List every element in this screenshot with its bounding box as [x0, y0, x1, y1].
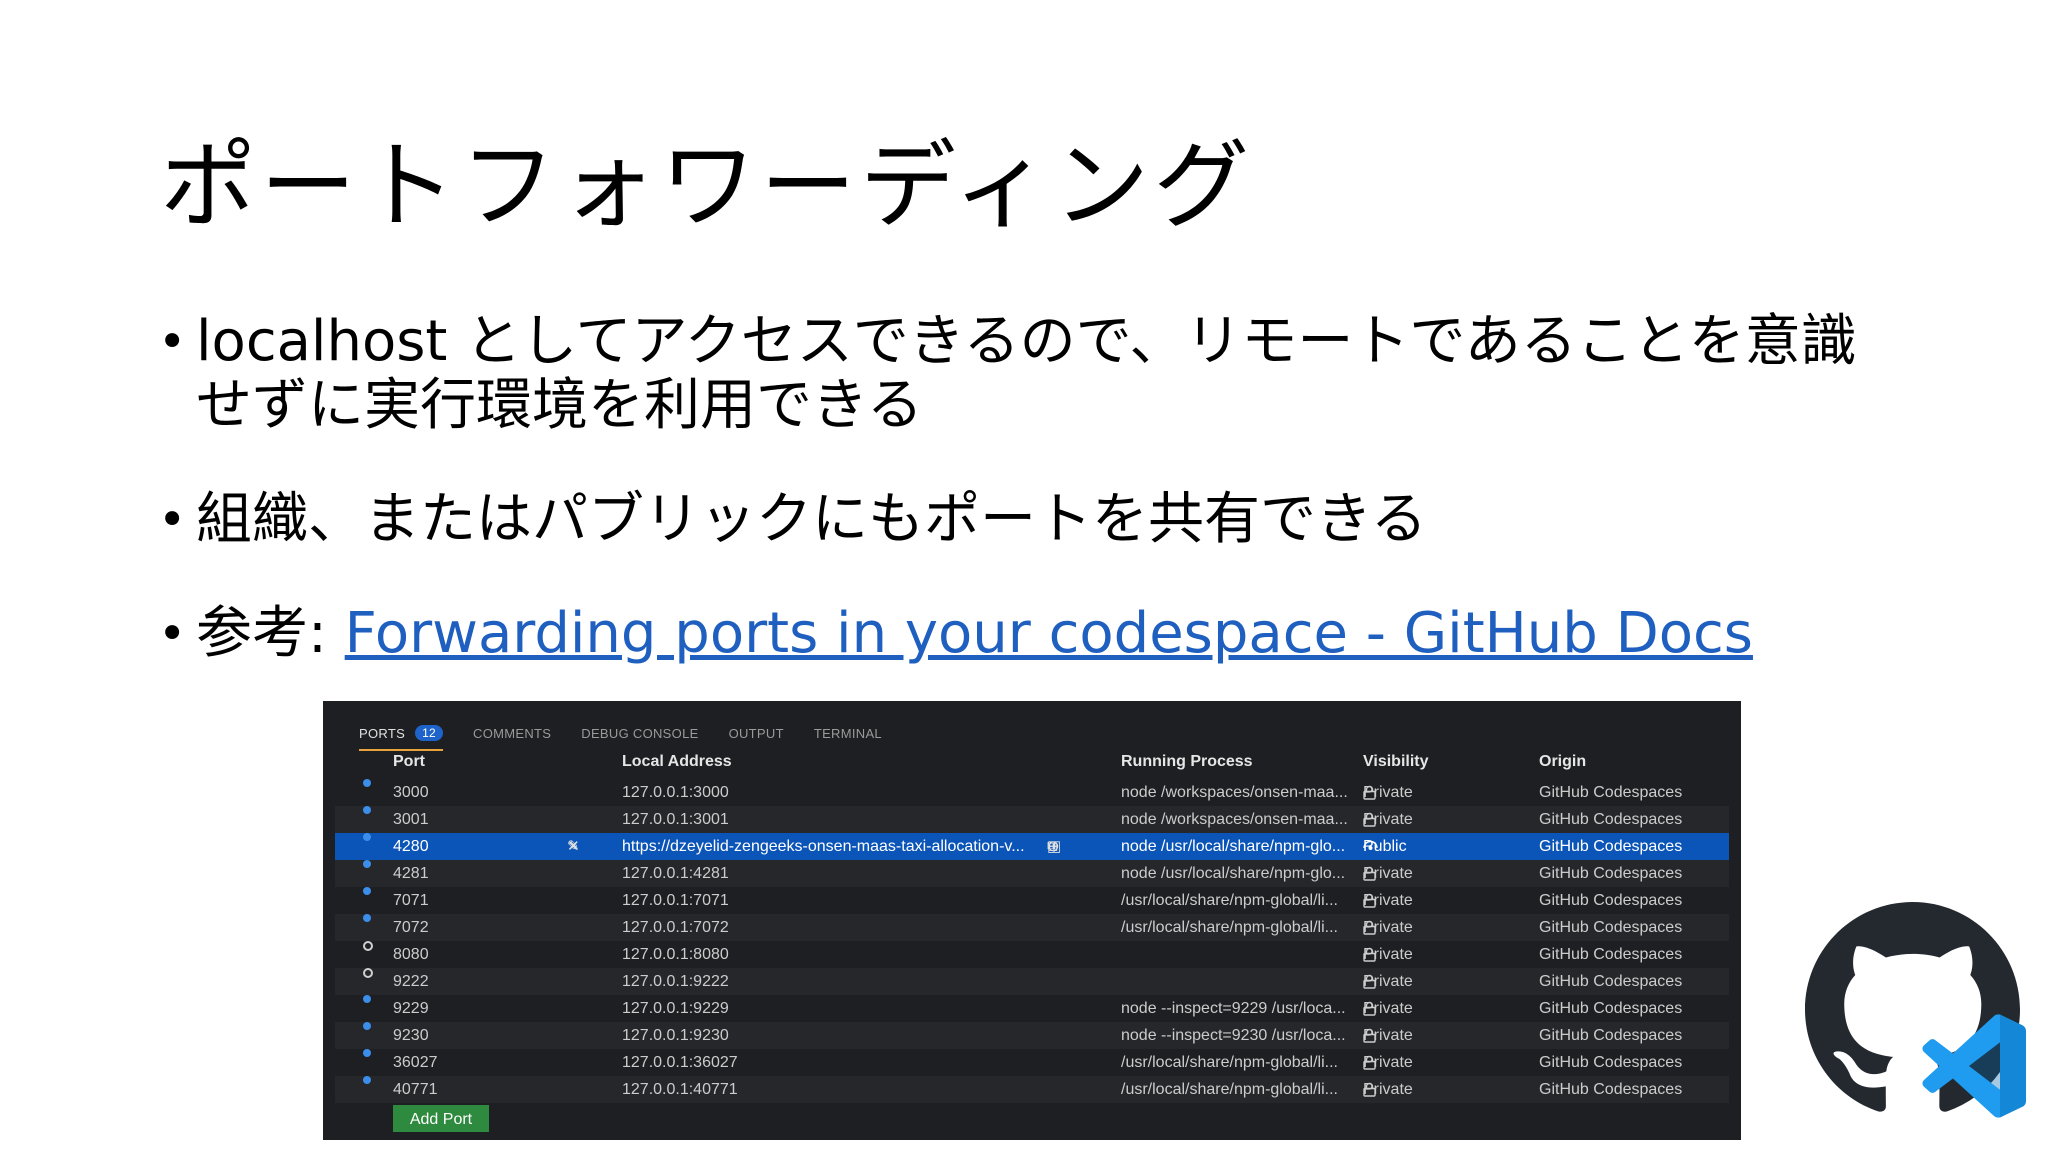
running-process: node --inspect=9229 /usr/loca...	[1121, 1000, 1346, 1017]
table-row[interactable]: 4281 127.0.0.1:4281 node /usr/local/share/…	[335, 860, 1729, 887]
slide-title: ポートフォワーディング	[160, 130, 1254, 242]
local-address[interactable]: https://dzeyelid-zengeeks-onsen-maas-tax…	[622, 833, 1025, 860]
vscode-icon	[1922, 1014, 2026, 1118]
origin: GitHub Codespaces	[1539, 919, 1683, 936]
ports-count-badge: 12	[415, 725, 444, 741]
running-process: /usr/local/share/npm-global/li...	[1121, 1054, 1338, 1071]
origin: GitHub Codespaces	[1539, 1081, 1683, 1098]
running-process: node /usr/local/share/npm-glo...	[1121, 865, 1346, 882]
github-docs-link[interactable]: Forwarding ports in your codespace - Git…	[345, 601, 1753, 666]
origin: GitHub Codespaces	[1539, 1054, 1683, 1071]
table-row[interactable]: 3001 127.0.0.1:3001 node /workspaces/onsen…	[335, 806, 1729, 833]
origin: GitHub Codespaces	[1539, 838, 1683, 855]
visibility-label: Private	[1363, 946, 1413, 963]
local-address[interactable]: 127.0.0.1:9230	[622, 1022, 729, 1049]
visibility-label: Private	[1363, 865, 1413, 882]
column-header-port[interactable]: Port	[393, 753, 425, 771]
local-address[interactable]: 127.0.0.1:3000	[622, 779, 729, 806]
visibility-label: Private	[1363, 784, 1413, 801]
table-row[interactable]: 3000 127.0.0.1:3000 node /workspaces/onsen…	[335, 779, 1729, 806]
visibility-label: Private	[1363, 1000, 1413, 1017]
visibility-label: Private	[1363, 811, 1413, 828]
bullet-reference: 参考: Forwarding ports in your codespace -…	[158, 601, 1958, 667]
local-address[interactable]: 127.0.0.1:9229	[622, 995, 729, 1022]
origin: GitHub Codespaces	[1539, 1027, 1683, 1044]
tab-comments[interactable]: COMMENTS	[473, 719, 551, 747]
origin: GitHub Codespaces	[1539, 892, 1683, 909]
origin: GitHub Codespaces	[1539, 784, 1683, 801]
visibility-label: Private	[1363, 973, 1413, 990]
local-address[interactable]: 127.0.0.1:7072	[622, 914, 729, 941]
column-header-process[interactable]: Running Process	[1121, 753, 1253, 771]
running-process: /usr/local/share/npm-global/li...	[1121, 892, 1338, 909]
running-process: /usr/local/share/npm-global/li...	[1121, 919, 1338, 936]
origin: GitHub Codespaces	[1539, 973, 1683, 990]
column-header-visibility[interactable]: Visibility	[1363, 753, 1429, 771]
table-row[interactable]: 8080 127.0.0.1:8080 Private GitHub Codespac…	[335, 941, 1729, 968]
table-row[interactable]: 36027 127.0.0.1:36027/usr/local/share/npm…	[335, 1049, 1729, 1076]
port-number: 7072	[393, 919, 429, 936]
table-row[interactable]: 4280 ✎ ✕ https://dzeyelid-zengeeks-onsen-m…	[335, 833, 1729, 860]
add-port-button[interactable]: Add Port	[393, 1105, 489, 1132]
table-row[interactable]: 7071 127.0.0.1:7071/usr/local/share/npm-g…	[335, 887, 1729, 914]
port-number: 9230	[393, 1027, 429, 1044]
port-number: 9229	[393, 1000, 429, 1017]
visibility-label: Private	[1363, 1054, 1413, 1071]
tab-terminal[interactable]: TERMINAL	[814, 719, 882, 747]
port-number: 8080	[393, 946, 429, 963]
origin: GitHub Codespaces	[1539, 946, 1683, 963]
column-header-address[interactable]: Local Address	[622, 753, 732, 771]
local-address[interactable]: 127.0.0.1:7071	[622, 887, 729, 914]
visibility-label: Private	[1363, 1027, 1413, 1044]
tab-ports[interactable]: PORTS 12	[359, 719, 444, 751]
running-process: /usr/local/share/npm-global/li...	[1121, 1081, 1338, 1098]
running-process: node /usr/local/share/npm-glo...	[1121, 838, 1346, 855]
visibility-label: Private	[1363, 892, 1413, 909]
port-number: 36027	[393, 1054, 438, 1071]
port-number: 7071	[393, 892, 429, 909]
panel-tabs: PORTS 12 COMMENTS DEBUG CONSOLE OUTPUT T…	[359, 719, 912, 751]
preview-icon[interactable]: ◫	[1047, 833, 1067, 860]
bullet-share: 組織、またはパブリックにもポートを共有できる	[158, 488, 1958, 553]
local-address[interactable]: 127.0.0.1:8080	[622, 941, 729, 968]
column-header-origin[interactable]: Origin	[1539, 753, 1586, 771]
running-process: node /workspaces/onsen-maa...	[1121, 784, 1348, 801]
table-row[interactable]: 9230 127.0.0.1:9230 node --inspect=9230 /u…	[335, 1022, 1729, 1049]
local-address[interactable]: 127.0.0.1:9222	[622, 968, 729, 995]
reference-prefix: 参考:	[196, 601, 345, 666]
ports-table-header: Port Local Address Running Process Visib…	[323, 753, 1741, 779]
port-number: 9222	[393, 973, 429, 990]
origin: GitHub Codespaces	[1539, 811, 1683, 828]
port-number: 40771	[393, 1081, 438, 1098]
ports-table-body: 3000 127.0.0.1:3000 node /workspaces/onsen…	[335, 779, 1729, 1103]
port-number: 3001	[393, 811, 429, 828]
table-row[interactable]: 9229 127.0.0.1:9229 node --inspect=9229 /u…	[335, 995, 1729, 1022]
port-number: 4281	[393, 865, 429, 882]
bullet-list: localhost としてアクセスできるので、リモートであることを意識せずに実行…	[158, 310, 1958, 716]
visibility-label: Private	[1363, 919, 1413, 936]
tab-ports-label: PORTS	[359, 725, 406, 741]
local-address[interactable]: 127.0.0.1:40771	[622, 1076, 738, 1103]
running-process: node --inspect=9230 /usr/loca...	[1121, 1027, 1346, 1044]
local-address[interactable]: 127.0.0.1:4281	[622, 860, 729, 887]
close-icon[interactable]: ✕	[567, 833, 580, 860]
origin: GitHub Codespaces	[1539, 865, 1683, 882]
table-row[interactable]: 40771 127.0.0.1:40771/usr/local/share/npm…	[335, 1076, 1729, 1103]
tab-debug-console[interactable]: DEBUG CONSOLE	[581, 719, 698, 747]
table-row[interactable]: 7072 127.0.0.1:7072/usr/local/share/npm-g…	[335, 914, 1729, 941]
visibility-label: Public	[1363, 838, 1407, 855]
port-number: 3000	[393, 784, 429, 801]
tab-output[interactable]: OUTPUT	[729, 719, 784, 747]
running-process: node /workspaces/onsen-maa...	[1121, 811, 1348, 828]
visibility-label: Private	[1363, 1081, 1413, 1098]
origin: GitHub Codespaces	[1539, 1000, 1683, 1017]
local-address[interactable]: 127.0.0.1:3001	[622, 806, 729, 833]
port-number: 4280	[393, 838, 429, 855]
bullet-localhost: localhost としてアクセスできるので、リモートであることを意識せずに実行…	[158, 310, 1876, 438]
ports-panel: PORTS 12 COMMENTS DEBUG CONSOLE OUTPUT T…	[323, 701, 1741, 1140]
local-address[interactable]: 127.0.0.1:36027	[622, 1049, 738, 1076]
table-row[interactable]: 9222 127.0.0.1:9222 Private GitHub Codespac…	[335, 968, 1729, 995]
